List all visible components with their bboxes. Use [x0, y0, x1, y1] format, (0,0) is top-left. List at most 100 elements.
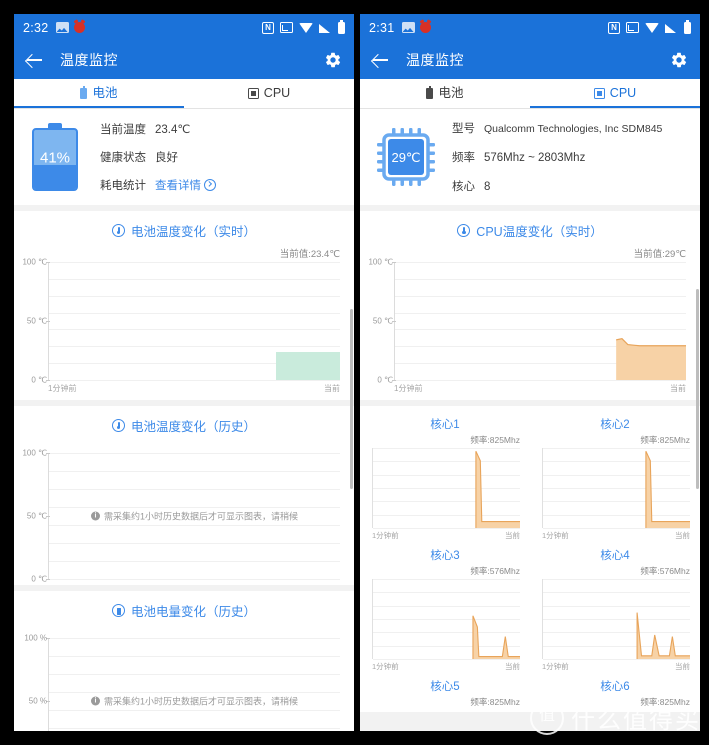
photo-icon: [401, 22, 415, 33]
tab-bar-left: 电池 CPU: [14, 79, 354, 109]
tab-cpu[interactable]: CPU: [530, 79, 700, 108]
view-details-link[interactable]: 查看详情: [155, 177, 216, 193]
chevron-right-icon: [204, 179, 216, 191]
info-row-power-stats: 耗电统计 查看详情: [100, 177, 216, 193]
info-row-health: 健康状态 良好: [100, 149, 216, 165]
thermometer-icon: [111, 224, 125, 237]
y-label-100: 100 ℃: [368, 257, 393, 267]
core-chart-6: 核心6 频率:825Mhz: [530, 674, 700, 712]
x-label-start: 1分钟前: [542, 531, 569, 540]
core-row-2: 核心3 频率:576Mhz 1分钟前 当前 核心4 频率:576Mhz 1分钟前…: [360, 543, 700, 674]
y-label-100: 100 ℃: [22, 448, 47, 458]
back-arrow-icon[interactable]: [26, 51, 44, 69]
x-label-end: 当前: [675, 662, 690, 671]
core-row-1: 核心1 频率:825Mhz 1分钟前 当前 核心2 频率:825Mhz 1分钟前…: [360, 412, 700, 543]
core-chart-5: 核心5 频率:825Mhz: [360, 674, 530, 712]
core-x-axis: 1分钟前 当前: [530, 528, 700, 541]
plot-area: 100 ℃ 50 ℃ 0 ℃: [368, 258, 686, 385]
chart-current-value: [14, 626, 354, 636]
x-label-start: 1分钟前: [372, 662, 399, 671]
chart-title-row: 电池温度变化（实时）: [14, 221, 354, 240]
app-bar-right: 温度监控: [360, 41, 700, 79]
tab-battery[interactable]: 电池: [14, 79, 184, 108]
gear-icon[interactable]: [324, 51, 342, 69]
battery-info-rows: 当前温度 23.4℃ 健康状态 良好 耗电统计 查看详情: [100, 121, 216, 193]
battery-icon: [684, 19, 691, 34]
core-plot-area: [542, 579, 690, 660]
scrollbar-left[interactable]: [350, 309, 353, 489]
status-bar-system-icons: N: [262, 19, 345, 34]
core-x-axis: 1分钟前 当前: [360, 528, 530, 541]
info-value-health: 良好: [155, 152, 178, 164]
core-plot-area: [372, 448, 520, 529]
x-label-end: 当前: [505, 662, 520, 671]
tab-bar-right: 电池 CPU: [360, 79, 700, 109]
back-arrow-icon[interactable]: [372, 51, 390, 69]
status-bar-clock: 2:31: [369, 20, 395, 35]
info-value-frequency: 576Mhz ~ 2803Mhz: [484, 152, 586, 164]
chart-title: 电池电量变化（历史）: [130, 605, 256, 619]
core-chart-3: 核心3 频率:576Mhz 1分钟前 当前: [360, 543, 530, 674]
cpu-icon: [593, 88, 605, 99]
tab-cpu-label: CPU: [609, 86, 637, 101]
y-label-0: 0 ℃: [31, 574, 47, 584]
info-icon: i: [90, 511, 100, 521]
scrollbar-right[interactable]: [696, 289, 699, 489]
chart-title-row: CPU温度变化（实时）: [360, 221, 700, 240]
alarm-icon: [73, 22, 85, 33]
thermometer-icon: [457, 224, 471, 237]
core-frequency: 频率:576Mhz: [640, 566, 690, 576]
cpu-cores-grid: 核心1 频率:825Mhz 1分钟前 当前 核心2 频率:825Mhz 1分钟前…: [360, 406, 700, 712]
status-bar-notification-icons: [401, 22, 431, 33]
battery-body: 41%: [32, 128, 78, 191]
chart-title-row: 电池电量变化（历史）: [14, 601, 354, 620]
x-label-end: 当前: [675, 531, 690, 540]
info-value-cores: 8: [484, 181, 491, 193]
tab-cpu[interactable]: CPU: [184, 79, 354, 108]
battery-fill-level: [34, 164, 76, 189]
plot-wrapper: 100 ℃ 50 ℃ 0 ℃ 1分钟前 当前: [14, 258, 354, 394]
scroll-content-right[interactable]: 29℃ 型号 Qualcomm Technologies, Inc SDM845…: [360, 109, 700, 731]
plot-area: 100 ℃ 50 ℃ 0 ℃: [22, 258, 340, 385]
info-key-frequency: 频率: [452, 152, 475, 164]
scroll-content-left[interactable]: 41% 当前温度 23.4℃ 健康状态 良好 耗电统计 查看详情 电池温度变化（…: [14, 109, 354, 731]
status-bar-left: 2:32 N: [14, 14, 354, 41]
chart-title: 电池温度变化（历史）: [130, 420, 256, 434]
x-label-start: 1分钟前: [394, 384, 423, 393]
battery-icon: [426, 86, 434, 99]
cpu-chip-graphic: 29℃: [376, 127, 436, 187]
info-row-cores: 核心 8: [452, 178, 662, 194]
y-label-50: 50 ℃: [372, 316, 393, 326]
series-area-battery-temp: [275, 352, 340, 380]
gear-icon[interactable]: [670, 51, 688, 69]
chart-current-value: 当前值:23.4℃: [279, 249, 340, 260]
tab-cpu-label: CPU: [263, 86, 291, 101]
plot-area: 100 ℃ 50 ℃ 0 ℃ i 需采集约1小时历史数据后才可显示图表，请稍候: [22, 449, 340, 584]
chart-card-battery-temp-history: 电池温度变化（历史） 100 ℃ 50 ℃ 0 ℃ i 需采集约1小时历史数据后…: [14, 406, 354, 585]
thermometer-icon: [111, 419, 125, 432]
tab-active-indicator: [14, 106, 184, 108]
info-key-model: 型号: [452, 123, 475, 135]
chart-empty-message: i 需采集约1小时历史数据后才可显示图表，请稍候: [49, 695, 340, 708]
info-key-temperature: 当前温度: [100, 124, 146, 136]
chart-card-battery-temp-realtime: 电池温度变化（实时） 当前值:23.4℃ 100 ℃ 50 ℃ 0 ℃ 1分钟前…: [14, 211, 354, 400]
status-bar-clock: 2:32: [23, 20, 49, 35]
empty-message-text: 需采集约1小时历史数据后才可显示图表，请稍候: [103, 696, 298, 707]
core-title: 核心2: [600, 419, 630, 431]
chart-current-value: 当前值:29℃: [633, 249, 686, 260]
plot-wrapper: 100 ℃ 50 ℃ 0 ℃ i 需采集约1小时历史数据后才可显示图表，请稍候: [14, 449, 354, 584]
cpu-info-card: 29℃ 型号 Qualcomm Technologies, Inc SDM845…: [360, 109, 700, 205]
chart-current-value: [14, 441, 354, 451]
y-label-50: 50 ℃: [26, 316, 47, 326]
core-frequency: 频率:825Mhz: [470, 697, 520, 707]
core-frequency: 频率:825Mhz: [470, 435, 520, 445]
x-label-start: 1分钟前: [542, 662, 569, 671]
svg-text:29℃: 29℃: [391, 150, 420, 165]
x-axis-labels: 1分钟前 当前: [394, 380, 686, 394]
info-key-power-stats: 耗电统计: [100, 180, 146, 192]
series-area-cpu-temp: [395, 262, 686, 380]
tab-battery[interactable]: 电池: [360, 79, 530, 108]
core-title: 核心3: [430, 550, 460, 562]
nfc-icon: N: [262, 21, 274, 34]
battery-info-card: 41% 当前温度 23.4℃ 健康状态 良好 耗电统计 查看详情: [14, 109, 354, 205]
